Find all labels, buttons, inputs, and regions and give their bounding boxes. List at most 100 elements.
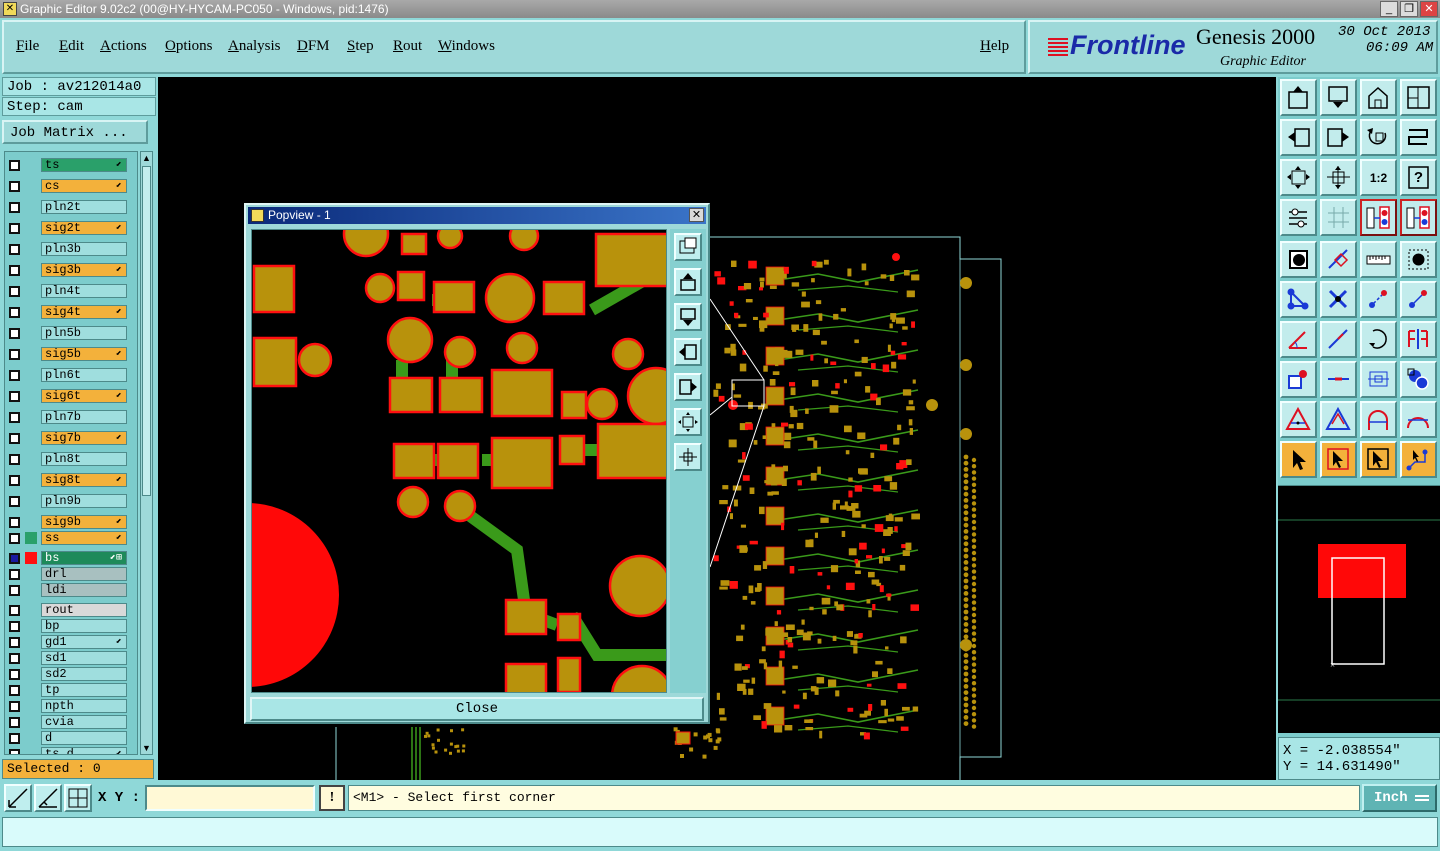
layer-row-pln9b[interactable]: pln9b bbox=[5, 493, 137, 509]
close-window-button[interactable]: ✕ bbox=[1420, 1, 1438, 17]
layer-checkbox[interactable] bbox=[9, 637, 20, 648]
popview-close-button[interactable]: Close bbox=[250, 697, 704, 721]
menu-options[interactable]: Options bbox=[165, 38, 213, 55]
layer-name[interactable]: pln8t bbox=[41, 452, 127, 466]
layer-checkbox[interactable] bbox=[9, 286, 20, 297]
layer-checkbox[interactable] bbox=[9, 391, 20, 402]
pointer-net-button[interactable] bbox=[1400, 441, 1437, 478]
layer-name[interactable]: pln9b bbox=[41, 494, 127, 508]
layer-row-sd1[interactable]: sd1 bbox=[5, 650, 137, 666]
layer-checkbox[interactable] bbox=[9, 244, 20, 255]
job-matrix-button[interactable]: Job Matrix ... bbox=[2, 120, 148, 144]
layer-checkbox[interactable] bbox=[9, 349, 20, 360]
layer-checkbox[interactable] bbox=[9, 475, 20, 486]
layer-row-pln6t[interactable]: pln6t bbox=[5, 367, 137, 383]
layer-row-rout[interactable]: rout bbox=[5, 602, 137, 618]
zoom-fit-button[interactable] bbox=[1280, 159, 1317, 196]
layer-row-drl[interactable]: drl bbox=[5, 566, 137, 582]
layer-row-sig9b[interactable]: sig9b ⬋ bbox=[5, 514, 137, 530]
layer-row-sig8t[interactable]: sig8t ⬋ bbox=[5, 472, 137, 488]
zoom-home-button[interactable] bbox=[674, 443, 702, 471]
layer-row-cvia[interactable]: cvia bbox=[5, 714, 137, 730]
layer-row-bs[interactable]: bs ⬋⊞ bbox=[5, 550, 137, 566]
trace-button[interactable] bbox=[1320, 361, 1357, 398]
arc-button[interactable] bbox=[1400, 401, 1437, 438]
pad-button[interactable] bbox=[1400, 241, 1437, 278]
layer-name[interactable]: ts ⬋ bbox=[41, 158, 127, 172]
layer-name[interactable]: npth bbox=[41, 699, 127, 713]
layer-checkbox[interactable] bbox=[9, 605, 20, 616]
layer-toggle-2-button[interactable] bbox=[1400, 199, 1437, 236]
move-button[interactable] bbox=[1360, 281, 1397, 318]
scroll-down-icon[interactable]: ▼ bbox=[141, 742, 152, 754]
arch-button[interactable] bbox=[1320, 401, 1357, 438]
layer-checkbox[interactable] bbox=[9, 621, 20, 632]
layer-scrollbar[interactable]: ▲ ▼ bbox=[140, 151, 153, 755]
triangle-button[interactable] bbox=[1280, 401, 1317, 438]
maximize-button[interactable]: ❐ bbox=[1400, 1, 1418, 17]
layer-name[interactable]: sd2 bbox=[41, 667, 127, 681]
cross-button[interactable] bbox=[1320, 281, 1357, 318]
units-selector[interactable]: Inch bbox=[1362, 784, 1437, 812]
center-button[interactable] bbox=[1320, 159, 1357, 196]
layer-checkbox[interactable] bbox=[9, 653, 20, 664]
layer-checkbox[interactable] bbox=[9, 454, 20, 465]
pointer-button[interactable] bbox=[1280, 441, 1317, 478]
layer-name[interactable]: sig7b ⬋ bbox=[41, 431, 127, 445]
menu-analysis[interactable]: Analysis bbox=[228, 38, 281, 55]
pan-up-button[interactable] bbox=[674, 268, 702, 296]
layer-checkbox[interactable] bbox=[9, 223, 20, 234]
pan-right-button[interactable] bbox=[1320, 119, 1357, 156]
menu-step[interactable]: Step bbox=[347, 38, 374, 55]
layer-checkbox[interactable] bbox=[9, 685, 20, 696]
layer-name[interactable]: cvia bbox=[41, 715, 127, 729]
pan-left-button[interactable] bbox=[1280, 119, 1317, 156]
layer-row-pln3b[interactable]: pln3b bbox=[5, 241, 137, 257]
popview-canvas[interactable] bbox=[251, 229, 667, 693]
layer-name[interactable]: ts.d ⬋ bbox=[41, 747, 127, 754]
layer-row-sig4t[interactable]: sig4t ⬋ bbox=[5, 304, 137, 320]
layer-checkbox[interactable] bbox=[9, 669, 20, 680]
connect-button[interactable] bbox=[1280, 281, 1317, 318]
layer-row-sig3b[interactable]: sig3b ⬋ bbox=[5, 262, 137, 278]
layer-checkbox[interactable] bbox=[9, 412, 20, 423]
pan-left-button[interactable] bbox=[674, 338, 702, 366]
menu-help[interactable]: Help bbox=[980, 38, 1009, 55]
alert-button[interactable]: ! bbox=[319, 785, 345, 811]
home-button[interactable] bbox=[1360, 79, 1397, 116]
layer-checkbox[interactable] bbox=[9, 533, 20, 544]
minimize-button[interactable]: _ bbox=[1380, 1, 1398, 17]
snap-mode-button[interactable] bbox=[4, 784, 32, 812]
layer-checkbox[interactable] bbox=[9, 717, 20, 728]
layer-checkbox[interactable] bbox=[9, 307, 20, 318]
layer-row-pln7b[interactable]: pln7b bbox=[5, 409, 137, 425]
layer-checkbox[interactable] bbox=[9, 585, 20, 596]
select-mode-button[interactable] bbox=[1280, 241, 1317, 278]
rotate-button[interactable] bbox=[1360, 321, 1397, 358]
settings-button[interactable] bbox=[1280, 199, 1317, 236]
layer-row-gd1[interactable]: gd1 ⬋ bbox=[5, 634, 137, 650]
layer-checkbox[interactable] bbox=[9, 433, 20, 444]
layer-name[interactable]: pln3b bbox=[41, 242, 127, 256]
popview-close-icon[interactable]: ✕ bbox=[689, 208, 704, 222]
overview-map[interactable]: × bbox=[1278, 485, 1440, 733]
layer-row-sig7b[interactable]: sig7b ⬋ bbox=[5, 430, 137, 446]
layer-name[interactable]: rout bbox=[41, 603, 127, 617]
pointer-box-button[interactable] bbox=[1360, 441, 1397, 478]
layer-row-sig5b[interactable]: sig5b ⬋ bbox=[5, 346, 137, 362]
layer-name[interactable]: pln4t bbox=[41, 284, 127, 298]
layer-row-pln2t[interactable]: pln2t bbox=[5, 199, 137, 215]
layer-checkbox[interactable] bbox=[9, 181, 20, 192]
layer-name[interactable]: bp bbox=[41, 619, 127, 633]
layer-checkbox[interactable] bbox=[9, 202, 20, 213]
layer-row-cs[interactable]: cs ⬋ bbox=[5, 178, 137, 194]
layer-name[interactable]: sig9b ⬋ bbox=[41, 515, 127, 529]
layer-name[interactable]: sig3b ⬋ bbox=[41, 263, 127, 277]
layer-row-tp[interactable]: tp bbox=[5, 682, 137, 698]
zoom-fit-button[interactable] bbox=[674, 408, 702, 436]
pan-down-button[interactable] bbox=[674, 303, 702, 331]
layer-name[interactable]: cs ⬋ bbox=[41, 179, 127, 193]
copy-button[interactable] bbox=[1400, 281, 1437, 318]
layer-row-npth[interactable]: npth bbox=[5, 698, 137, 714]
pointer-select-button[interactable] bbox=[1320, 441, 1357, 478]
